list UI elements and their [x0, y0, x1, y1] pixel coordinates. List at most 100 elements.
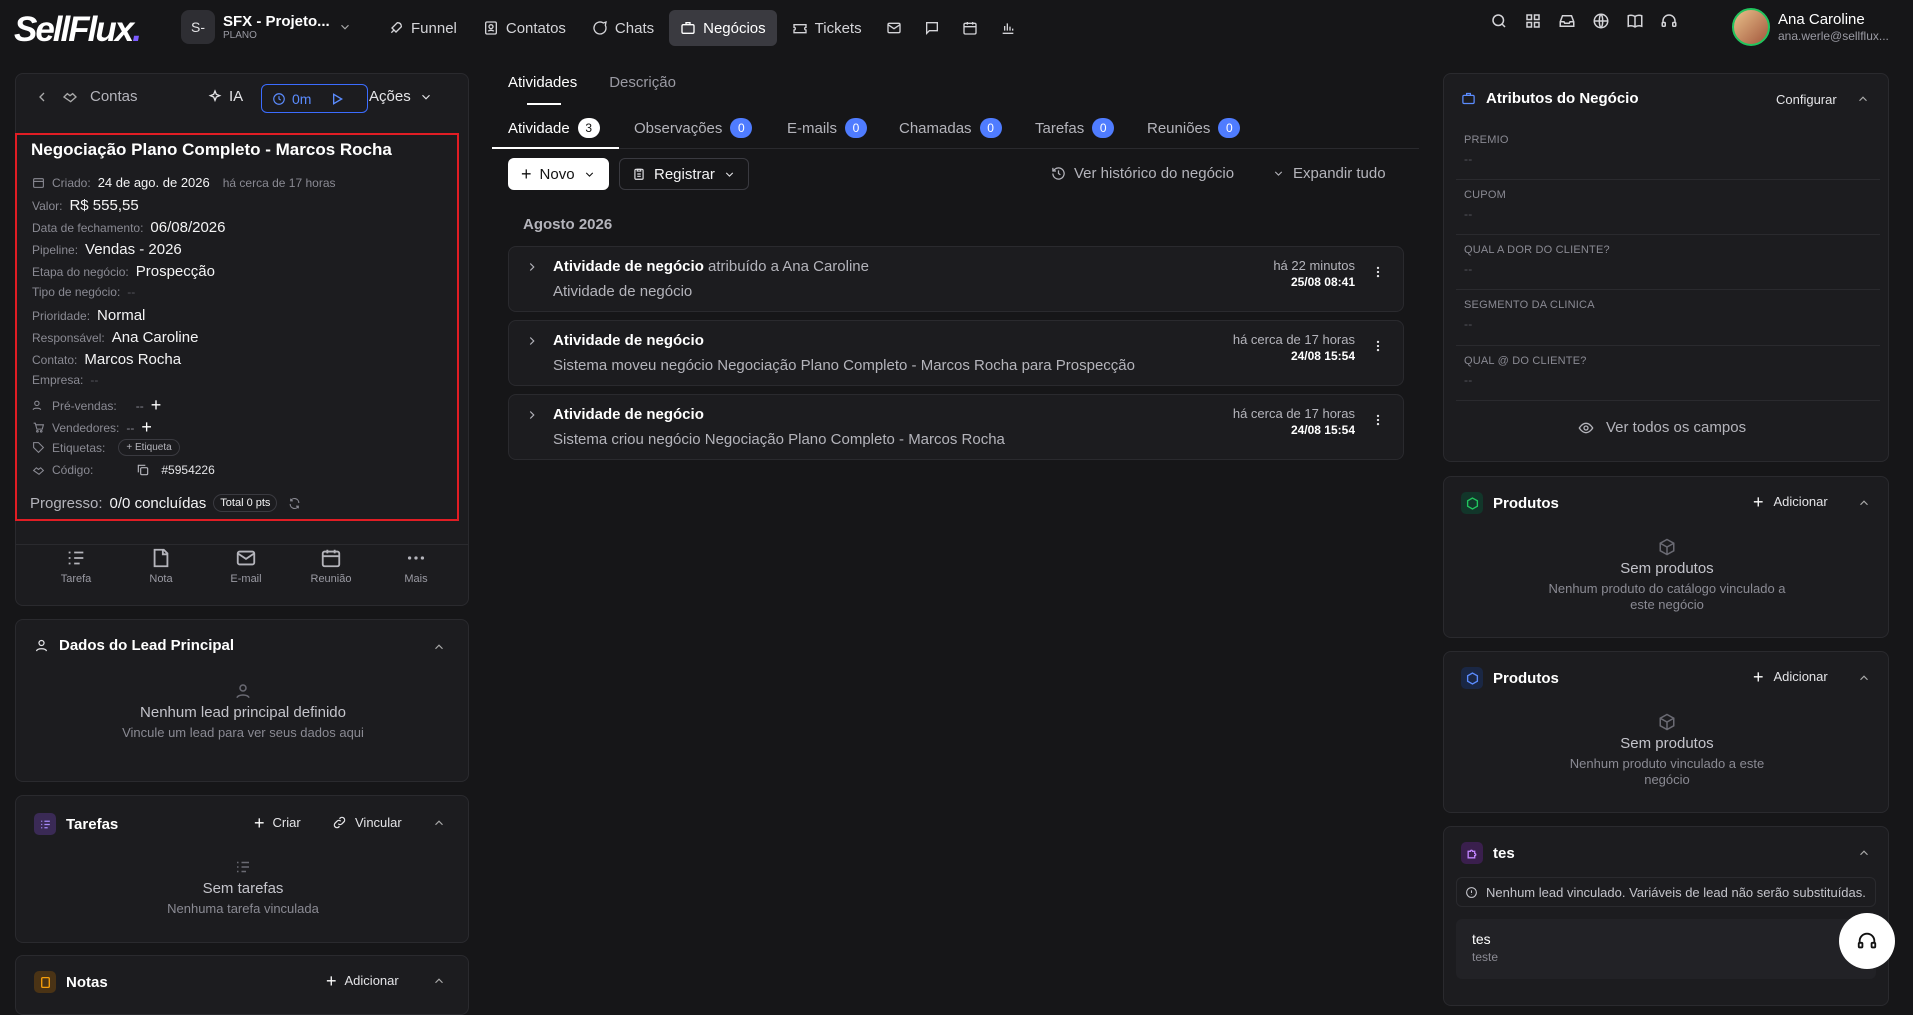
attribute-instagram[interactable]: QUAL @ DO CLIENTE? -- — [1464, 355, 1587, 387]
add-catalog-product-button[interactable]: + Adicionar — [1753, 493, 1828, 511]
attribute-value: -- — [1464, 373, 1473, 387]
tab-atividades[interactable]: Atividades — [508, 74, 577, 105]
support-chat-button[interactable] — [1839, 913, 1895, 969]
tasks-empty-state: Sem tarefas Nenhuma tarefa vinculada — [116, 858, 370, 917]
attributes-header[interactable]: Atributos do Negócio — [1461, 90, 1639, 107]
plus-icon: + — [1753, 666, 1764, 687]
configure-button[interactable]: Configurar — [1776, 92, 1837, 107]
chevron-right-icon[interactable] — [525, 334, 539, 348]
quick-more-button[interactable]: Mais — [386, 547, 446, 585]
add-label: Adicionar — [1773, 494, 1828, 509]
inbox-icon[interactable] — [1558, 12, 1576, 30]
chevron-right-icon[interactable] — [525, 408, 539, 422]
breadcrumb-contas[interactable]: Contas — [90, 88, 138, 105]
nav-funnel[interactable]: Funnel — [377, 10, 468, 46]
search-icon[interactable] — [1490, 12, 1508, 30]
notes-header[interactable]: Notas — [34, 971, 108, 993]
user-menu[interactable]: Ana Caroline ana.werle@sellflux... — [1732, 8, 1889, 46]
quick-task-button[interactable]: Tarefa — [46, 547, 106, 585]
products-icon-box — [1461, 492, 1483, 514]
divider — [1456, 234, 1880, 235]
back-arrow-icon[interactable] — [34, 89, 50, 105]
activity-desc: Sistema moveu negócio Negociação Plano C… — [553, 357, 1135, 374]
top-navbar: SellFlux. S- SFX - Projeto... PLANO Funn… — [0, 0, 1913, 55]
tab-tarefas[interactable]: Tarefas 0 — [1035, 118, 1115, 138]
quick-meeting-button[interactable]: Reunião — [301, 547, 361, 585]
chevron-right-icon[interactable] — [525, 260, 539, 274]
nav-calendar-button[interactable] — [953, 10, 987, 46]
quick-email-button[interactable]: E-mail — [216, 547, 276, 585]
briefcase-icon — [1462, 92, 1475, 105]
rocket-icon — [390, 21, 403, 34]
tab-descricao[interactable]: Descrição — [609, 74, 676, 91]
tab-atividade[interactable]: Atividade 3 — [508, 118, 600, 138]
tab-chamadas[interactable]: Chamadas 0 — [899, 118, 1002, 138]
chevron-up-icon[interactable] — [1856, 92, 1870, 106]
timer-control[interactable]: 0m — [261, 84, 368, 113]
handshake-icon — [62, 92, 77, 103]
chevron-up-icon[interactable] — [1857, 496, 1871, 510]
nav-chats[interactable]: Chats — [581, 10, 665, 46]
add-product-button[interactable]: + Adicionar — [1753, 666, 1828, 687]
products-icon-box — [1461, 667, 1483, 689]
see-all-fields-button[interactable]: Ver todos os campos — [1578, 419, 1746, 436]
register-button[interactable]: Registrar — [619, 158, 749, 190]
quick-note-button[interactable]: Nota — [131, 547, 191, 585]
history-button[interactable]: Ver histórico do negócio — [1051, 165, 1234, 182]
ai-button[interactable]: IA — [207, 88, 243, 105]
chevron-up-icon[interactable] — [1857, 671, 1871, 685]
more-vertical-icon[interactable] — [1371, 264, 1385, 280]
grid-icon[interactable] — [1524, 12, 1542, 30]
quick-meeting-label: Reunião — [310, 573, 352, 585]
quick-task-label: Tarefa — [60, 573, 92, 585]
workspace-switcher[interactable]: S- SFX - Projeto... PLANO — [181, 10, 352, 44]
attribute-premio[interactable]: PREMIO -- — [1464, 134, 1509, 166]
more-vertical-icon[interactable] — [1371, 338, 1385, 354]
tab-emails[interactable]: E-mails 0 — [787, 118, 868, 138]
quick-more-label: Mais — [404, 573, 428, 585]
nav-tickets[interactable]: Tickets — [781, 10, 873, 46]
history-icon — [1052, 167, 1065, 180]
actions-dropdown[interactable]: Ações — [369, 88, 433, 105]
nav-negocios[interactable]: Negócios — [669, 10, 777, 46]
more-vertical-icon[interactable] — [1371, 412, 1385, 428]
nav-reports-button[interactable] — [991, 10, 1025, 46]
attribute-label: QUAL @ DO CLIENTE? — [1464, 355, 1587, 367]
activity-item[interactable]: Atividade de negócio Sistema criou negóc… — [508, 394, 1404, 460]
sellflux-logo[interactable]: SellFlux. — [14, 10, 142, 50]
nav-contatos[interactable]: Contatos — [472, 10, 577, 46]
create-task-button[interactable]: + Criar — [254, 814, 301, 832]
tab-observacoes[interactable]: Observações 0 — [634, 118, 753, 138]
nav-messages-button[interactable] — [915, 10, 949, 46]
products-catalog-header[interactable]: Produtos — [1461, 492, 1559, 514]
attribute-cupom[interactable]: CUPOM -- — [1464, 189, 1506, 221]
tasks-header[interactable]: Tarefas — [34, 813, 118, 835]
activity-date: 24/08 15:54 — [1290, 349, 1355, 363]
activity-item[interactable]: Atividade de negócio atribuído a Ana Car… — [508, 246, 1404, 312]
tes-item[interactable]: tes teste — [1456, 919, 1876, 979]
chevron-up-icon[interactable] — [432, 974, 446, 988]
link-task-button[interactable]: Vincular — [332, 815, 402, 830]
tab-reunioes[interactable]: Reuniões 0 — [1147, 118, 1241, 138]
add-note-button[interactable]: + Adicionar — [326, 972, 399, 990]
attribute-segmento[interactable]: SEGMENTO DA CLINICA -- — [1464, 299, 1595, 331]
chevron-up-icon[interactable] — [432, 640, 446, 654]
nav-negocios-label: Negócios — [703, 19, 766, 37]
headset-icon[interactable] — [1660, 12, 1678, 30]
globe-icon[interactable] — [1592, 12, 1610, 30]
new-activity-button[interactable]: + Novo — [508, 158, 609, 190]
lead-header[interactable]: Dados do Lead Principal — [34, 637, 234, 654]
nav-mail-button[interactable] — [877, 10, 911, 46]
lead-title: Dados do Lead Principal — [59, 637, 235, 654]
activity-item[interactable]: Atividade de negócio Sistema moveu negóc… — [508, 320, 1404, 386]
chevron-up-icon[interactable] — [432, 816, 446, 830]
tes-header[interactable]: tes — [1461, 842, 1515, 864]
chat-icon — [593, 20, 607, 35]
attribute-dor-cliente[interactable]: QUAL A DOR DO CLIENTE? -- — [1464, 244, 1610, 276]
products-header[interactable]: Produtos — [1461, 667, 1559, 689]
book-icon[interactable] — [1626, 12, 1644, 30]
headset-icon — [1857, 932, 1877, 949]
play-icon[interactable] — [329, 91, 345, 107]
chevron-up-icon[interactable] — [1857, 846, 1871, 860]
expand-all-button[interactable]: Expandir tudo — [1272, 165, 1386, 182]
